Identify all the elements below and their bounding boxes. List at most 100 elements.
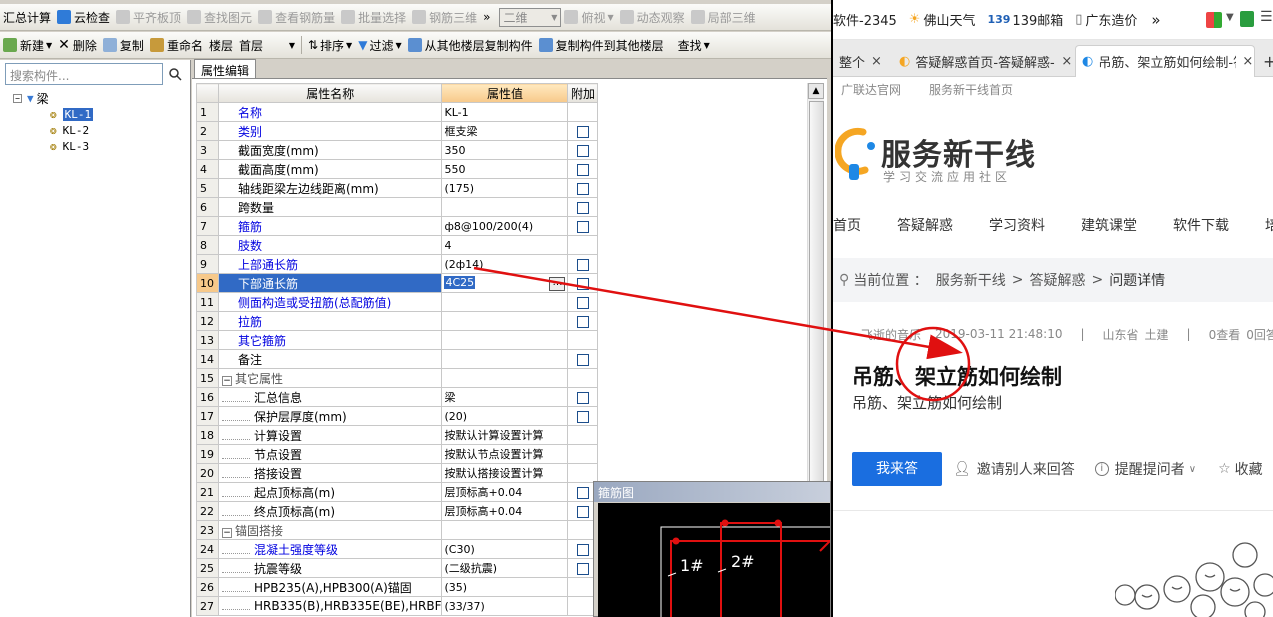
property-value-cell[interactable] bbox=[441, 368, 569, 388]
property-value-cell[interactable]: 框支梁 bbox=[441, 121, 569, 141]
property-extra-cell[interactable] bbox=[567, 121, 599, 141]
property-name-cell[interactable]: 混凝土强度等级 bbox=[217, 539, 443, 559]
bookmark-item[interactable]: 139邮箱 bbox=[1012, 10, 1063, 29]
breadcrumb-link-home[interactable]: 服务新干线 bbox=[936, 270, 1006, 290]
property-value-cell[interactable] bbox=[441, 330, 569, 350]
remind-asker-button[interactable]: 提醒提问者 bbox=[1115, 459, 1185, 479]
delete-button[interactable]: ✕ 删除 bbox=[55, 34, 100, 56]
property-row[interactable]: 27 HRB335(B),HRB335E(BE),HRBF (33/37) bbox=[196, 596, 599, 616]
property-row[interactable]: 23− 锚固搭接 bbox=[196, 520, 599, 540]
property-row[interactable]: 21 起点顶标高(m) 层顶标高+0.04 bbox=[196, 482, 599, 502]
collapse-icon[interactable]: − bbox=[222, 527, 232, 538]
copy-button[interactable]: 复制 bbox=[100, 34, 147, 56]
property-row[interactable]: 8 肢数 4 bbox=[196, 235, 599, 255]
property-value-cell[interactable]: 按默认计算设置计算 bbox=[441, 425, 569, 445]
close-icon[interactable]: × bbox=[871, 54, 882, 69]
property-name-cell[interactable]: 类别 bbox=[217, 121, 443, 141]
close-icon[interactable]: × bbox=[1242, 54, 1253, 69]
breadcrumb-link-qa[interactable]: 答疑解惑 bbox=[1029, 270, 1085, 290]
header-value[interactable]: 属性值 bbox=[441, 83, 569, 103]
property-row[interactable]: 2 类别 框支梁 bbox=[196, 121, 599, 141]
nav-home[interactable]: 首页 bbox=[833, 215, 861, 235]
extra-checkbox[interactable] bbox=[576, 258, 589, 271]
floor-select[interactable]: 首层 ▼ bbox=[236, 36, 298, 55]
property-row[interactable]: 7 箍筋 ф8@100/200(4) bbox=[196, 216, 599, 236]
nav-download[interactable]: 软件下载 bbox=[1173, 215, 1229, 235]
apps-icon[interactable] bbox=[1206, 12, 1222, 28]
link-glodon-official[interactable]: 广联达官网 bbox=[841, 81, 901, 98]
property-name-cell[interactable]: 名称 bbox=[217, 102, 443, 122]
tab-property-edit[interactable]: 属性编辑 bbox=[194, 59, 257, 78]
property-name-cell[interactable]: 箍筋 bbox=[217, 216, 443, 236]
browser-tab-active[interactable]: ◐ 吊筋、架立筋如何绘制-答 × bbox=[1075, 45, 1255, 77]
property-value[interactable]: (C30) bbox=[444, 543, 474, 556]
property-value[interactable]: ф8@100/200(4) bbox=[444, 220, 533, 233]
new-button[interactable]: 新建 ▼ bbox=[0, 34, 55, 56]
property-value-cell[interactable]: ф8@100/200(4) bbox=[441, 216, 569, 236]
collapse-icon[interactable]: − bbox=[13, 94, 22, 103]
property-row[interactable]: 10 下部通长筋 4C25… bbox=[196, 273, 599, 293]
property-extra-cell[interactable] bbox=[567, 425, 599, 445]
sort-button[interactable]: ⇅ 排序 ▼ bbox=[305, 34, 355, 56]
rebar-3d-button[interactable]: 钢筋三维 bbox=[409, 6, 480, 28]
property-extra-cell[interactable] bbox=[567, 349, 599, 369]
property-row[interactable]: 6 跨数量 bbox=[196, 197, 599, 217]
property-row[interactable]: 11 侧面构造或受扭筋(总配筋值) bbox=[196, 292, 599, 312]
nav-materials[interactable]: 学习资料 bbox=[989, 215, 1045, 235]
property-value-cell[interactable] bbox=[441, 311, 569, 331]
extra-checkbox[interactable] bbox=[576, 182, 589, 195]
property-value-cell[interactable]: 按默认搭接设置计算 bbox=[441, 463, 569, 483]
property-value-editor[interactable]: 4C25 bbox=[444, 275, 476, 289]
cloud-check-button[interactable]: 云检查 bbox=[54, 6, 113, 28]
property-value[interactable]: (175) bbox=[444, 182, 474, 195]
property-value[interactable]: (20) bbox=[444, 410, 467, 423]
browser-tab-2[interactable]: ◐ 答疑解惑首页-答疑解惑- × bbox=[893, 45, 1073, 77]
property-name-cell[interactable]: 轴线距梁左边线距离(mm) bbox=[217, 178, 443, 198]
extra-checkbox[interactable] bbox=[576, 201, 589, 214]
property-row[interactable]: 4 截面高度(mm) 550 bbox=[196, 159, 599, 179]
property-value[interactable]: 按默认搭接设置计算 bbox=[444, 467, 543, 480]
property-extra-cell[interactable] bbox=[567, 216, 599, 236]
tree-item-kl-1[interactable]: ❂ KL-1 bbox=[50, 107, 94, 122]
copy-from-floor-button[interactable]: 从其他楼层复制构件 bbox=[405, 34, 536, 56]
property-name-cell[interactable]: 计算设置 bbox=[217, 425, 443, 445]
green-extension-icon[interactable] bbox=[1240, 11, 1254, 27]
property-row[interactable]: 22 终点顶标高(m) 层顶标高+0.04 bbox=[196, 501, 599, 521]
summary-calc-button[interactable]: 汇总计算 bbox=[0, 6, 54, 28]
property-value[interactable]: 350 bbox=[444, 144, 465, 157]
property-value-cell[interactable]: (20) bbox=[441, 406, 569, 426]
toolbar-more-button[interactable]: » bbox=[480, 6, 493, 28]
property-row[interactable]: 24 混凝土强度等级 (C30) bbox=[196, 539, 599, 559]
component-search-input[interactable]: 搜索构件... bbox=[5, 63, 163, 85]
property-value-cell[interactable] bbox=[441, 197, 569, 217]
property-value[interactable]: 按默认节点设置计算 bbox=[444, 448, 543, 461]
bookmarks-more-button[interactable]: » bbox=[1151, 11, 1160, 29]
extra-checkbox[interactable] bbox=[576, 562, 589, 575]
favorite-button[interactable]: 收藏 bbox=[1235, 459, 1263, 479]
dynamic-view-button[interactable]: 动态观察 bbox=[617, 6, 688, 28]
property-row[interactable]: 12 拉筋 bbox=[196, 311, 599, 331]
find-element-button[interactable]: 查找图元 bbox=[184, 6, 255, 28]
view-rebar-button[interactable]: 查看钢筋量 bbox=[255, 6, 338, 28]
property-row[interactable]: 26 HPB235(A),HPB300(A)锚固 (35) bbox=[196, 577, 599, 597]
property-value-cell[interactable]: 4C25… bbox=[441, 273, 569, 293]
property-row[interactable]: 16 汇总信息 梁 bbox=[196, 387, 599, 407]
property-value-cell[interactable]: 550 bbox=[441, 159, 569, 179]
property-row[interactable]: 19 节点设置 按默认节点设置计算 bbox=[196, 444, 599, 464]
nav-classroom[interactable]: 建筑课堂 bbox=[1081, 215, 1137, 235]
extra-checkbox[interactable] bbox=[576, 410, 589, 423]
property-extra-cell[interactable] bbox=[567, 292, 599, 312]
extra-checkbox[interactable] bbox=[576, 486, 589, 499]
tree-item-kl-2[interactable]: ❂ KL-2 bbox=[50, 123, 89, 138]
answer-button[interactable]: 我来答 bbox=[852, 452, 942, 486]
property-value-cell[interactable]: (35) bbox=[441, 577, 569, 597]
property-value-cell[interactable] bbox=[441, 292, 569, 312]
property-row[interactable]: 15− 其它属性 bbox=[196, 368, 599, 388]
copy-to-floor-button[interactable]: 复制构件到其他楼层 bbox=[536, 34, 667, 56]
property-extra-cell[interactable] bbox=[567, 330, 599, 350]
property-extra-cell[interactable] bbox=[567, 273, 599, 293]
property-extra-cell[interactable] bbox=[567, 235, 599, 255]
find-button[interactable]: 查找 ▼ bbox=[675, 34, 713, 56]
property-name-cell[interactable]: 节点设置 bbox=[217, 444, 443, 464]
header-name[interactable]: 属性名称 bbox=[217, 83, 443, 103]
